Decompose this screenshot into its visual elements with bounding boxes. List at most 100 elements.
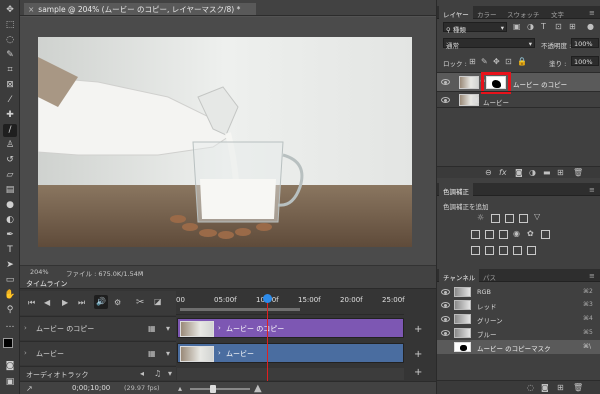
tab-character[interactable]: 文字 (547, 6, 568, 19)
load-selection-icon[interactable]: ◌ (527, 383, 534, 392)
tab-adjustments[interactable]: 色調補正 (439, 183, 473, 196)
dodge-tool-icon[interactable]: ◐ (3, 214, 17, 227)
hue-saturation-icon[interactable] (471, 230, 480, 239)
quick-mask-icon[interactable]: ◙ (3, 360, 17, 373)
vibrance-icon[interactable]: ▽ (534, 212, 540, 221)
eraser-tool-icon[interactable]: ▱ (3, 169, 17, 182)
expand-chevron-icon[interactable]: › (24, 349, 27, 357)
transition-icon[interactable]: ◪ (154, 297, 162, 306)
audio-track-header[interactable]: オーディオトラック ◂ ♫ ▾ (20, 366, 176, 380)
track-menu-icon[interactable]: ▾ (166, 324, 170, 333)
music-note-icon[interactable]: ♫ (154, 369, 161, 378)
new-layer-icon[interactable]: ⊞ (557, 168, 564, 177)
tab-channels[interactable]: チャンネル (439, 269, 480, 282)
new-adjustment-icon[interactable]: ◑ (529, 168, 536, 177)
channel-row[interactable]: ブルー ⌘5 (437, 326, 600, 340)
visibility-eye-icon[interactable] (441, 302, 450, 308)
zoom-slider-thumb[interactable] (210, 385, 216, 393)
audio-menu-icon[interactable]: ▾ (168, 369, 172, 378)
link-layers-icon[interactable]: ⊖ (485, 168, 492, 177)
gradient-tool-icon[interactable]: ▤ (3, 184, 17, 197)
timeline-ruler[interactable]: 00 05:00f 10:00f 15:00f 20:00f 25:00f (176, 291, 405, 315)
gradient-map-icon[interactable] (527, 246, 536, 255)
play-icon[interactable]: ▶ (62, 298, 68, 307)
panel-menu-icon[interactable]: ≡ (589, 272, 595, 280)
panel-menu-icon[interactable]: ≡ (589, 9, 595, 17)
settings-gear-icon[interactable]: ⚙ (114, 298, 121, 307)
new-channel-icon[interactable]: ⊞ (557, 383, 564, 392)
history-brush-tool-icon[interactable]: ↺ (3, 154, 17, 167)
zoom-in-mountain-icon[interactable]: ▲ (254, 383, 262, 394)
channel-mixer-icon[interactable]: ✿ (527, 229, 534, 238)
zoom-level[interactable]: 204% (30, 268, 49, 276)
curves-icon[interactable] (505, 214, 514, 223)
color-lookup-icon[interactable] (541, 230, 550, 239)
filter-toggle-icon[interactable]: ● (587, 22, 594, 31)
photo-filter-icon[interactable]: ◉ (513, 229, 520, 238)
path-select-tool-icon[interactable]: ➤ (3, 259, 17, 272)
layer-thumbnail[interactable] (459, 76, 479, 89)
render-video-icon[interactable]: ↗ (26, 384, 33, 393)
eyedropper-tool-icon[interactable]: ⁄ (3, 94, 17, 107)
more-tools-icon[interactable]: … (3, 319, 17, 332)
timeline-zoom-slider[interactable] (190, 385, 250, 393)
black-white-icon[interactable] (499, 230, 508, 239)
blur-tool-icon[interactable]: ● (3, 199, 17, 212)
trash-icon[interactable]: 🗑 (573, 383, 583, 392)
quick-select-tool-icon[interactable]: ✎ (3, 49, 17, 62)
rectangle-tool-icon[interactable]: ▭ (3, 274, 17, 287)
close-tab-icon[interactable]: × (28, 5, 34, 14)
posterize-icon[interactable] (485, 246, 494, 255)
channel-row[interactable]: ムービー のコピーマスク ⌘\ (437, 340, 600, 354)
layer-name[interactable]: ムービー のコピー (513, 79, 567, 89)
lock-all-icon[interactable]: 🔒 (517, 57, 527, 66)
add-mask-icon[interactable]: ◙ (515, 168, 523, 177)
add-media-button[interactable]: + (414, 349, 422, 360)
new-group-icon[interactable]: ▬ (543, 168, 551, 177)
lock-image-icon[interactable]: ✎ (481, 57, 488, 66)
track-header[interactable]: › ムービー のコピー ▦ ▾ (20, 316, 176, 340)
canvas-image[interactable] (38, 37, 412, 247)
channel-row[interactable]: グリーン ⌘4 (437, 312, 600, 326)
brush-tool-icon[interactable]: / (3, 124, 17, 137)
document-tab[interactable]: × sample @ 204% (ムービー のコピー, レイヤーマスク/8) * (24, 3, 256, 15)
lasso-tool-icon[interactable]: ◌ (3, 34, 17, 47)
screen-mode-icon[interactable]: ▣ (3, 376, 17, 389)
opacity-input[interactable]: 100% (571, 38, 599, 48)
add-audio-button[interactable]: + (414, 367, 422, 378)
channel-row[interactable]: レッド ⌘3 (437, 298, 600, 312)
color-balance-icon[interactable] (485, 230, 494, 239)
first-frame-icon[interactable]: ⏮ (28, 298, 35, 308)
add-media-button[interactable]: + (414, 324, 422, 335)
zoom-out-mountain-icon[interactable]: ▴ (178, 384, 182, 393)
visibility-eye-icon[interactable] (441, 289, 450, 295)
split-clip-scissors-icon[interactable]: ✂ (136, 297, 144, 308)
pen-tool-icon[interactable]: ✒ (3, 229, 17, 242)
video-clip[interactable]: › ムービー (177, 343, 404, 363)
status-menu-icon[interactable]: › (140, 268, 143, 276)
type-tool-icon[interactable]: T (3, 244, 17, 257)
trash-icon[interactable]: 🗑 (573, 168, 583, 177)
tab-paths[interactable]: パス (479, 269, 500, 282)
filter-smart-icon[interactable]: ⊞ (569, 22, 576, 31)
visibility-eye-icon[interactable] (441, 330, 450, 336)
marquee-tool-icon[interactable]: ⬚ (3, 19, 17, 32)
fx-icon[interactable]: fx (499, 168, 507, 177)
zoom-tool-icon[interactable]: ⚲ (3, 304, 17, 317)
layer-row[interactable]: ∞ ムービー のコピー (437, 72, 600, 94)
layer-mask-thumbnail[interactable] (486, 76, 506, 89)
healing-brush-tool-icon[interactable]: ✚ (3, 109, 17, 122)
layer-filter-select[interactable]: ⚲ 種類 ▾ (443, 22, 507, 34)
invert-icon[interactable] (471, 246, 480, 255)
panel-menu-icon[interactable]: ≡ (589, 186, 595, 194)
lock-transparent-icon[interactable]: ⊞ (469, 57, 476, 66)
work-area-bar[interactable] (180, 308, 300, 311)
lock-position-icon[interactable]: ✥ (493, 57, 500, 66)
exposure-icon[interactable] (519, 214, 528, 223)
prev-frame-icon[interactable]: ◀ (44, 298, 50, 307)
tab-layers[interactable]: レイヤー (439, 6, 473, 19)
visibility-eye-icon[interactable] (441, 79, 450, 85)
lock-artboard-icon[interactable]: ⊡ (505, 57, 512, 66)
expand-chevron-icon[interactable]: › (24, 324, 27, 332)
crop-tool-icon[interactable]: ⌗ (3, 64, 17, 77)
